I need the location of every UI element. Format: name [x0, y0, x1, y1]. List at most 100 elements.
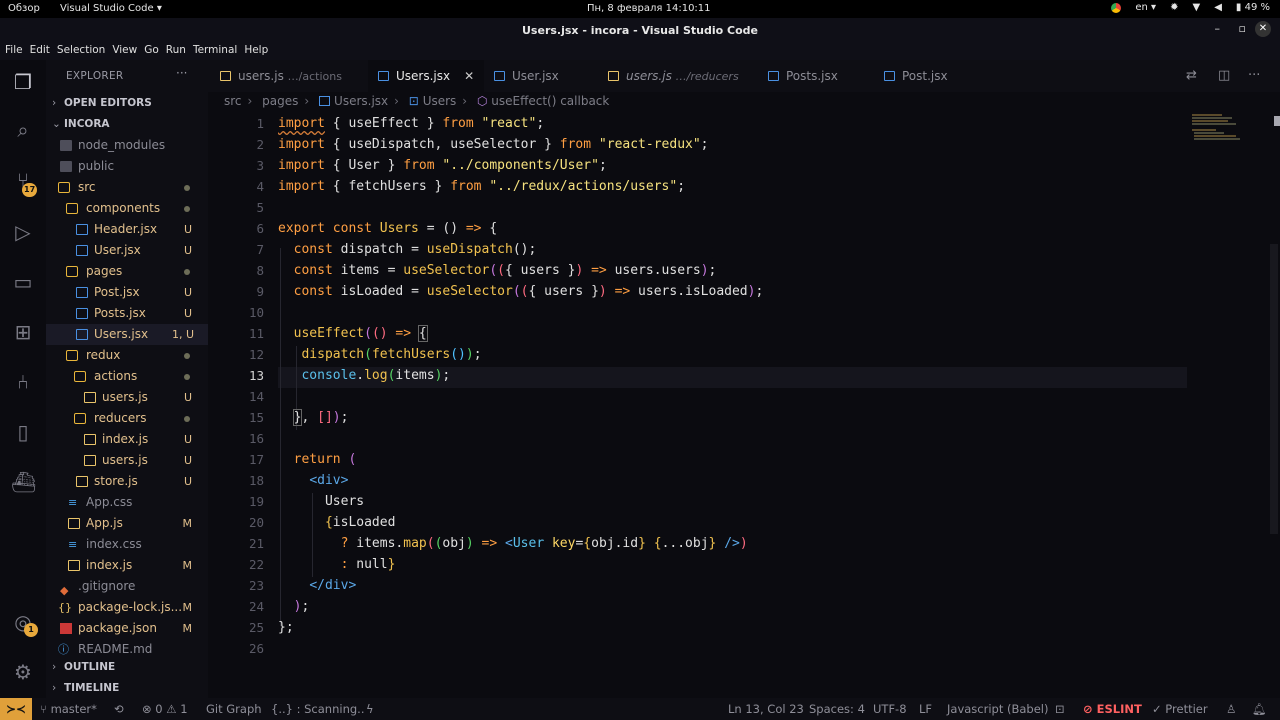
tree-item-users-jsx[interactable]: Users.jsx 1, U [46, 324, 208, 345]
git-graph-button[interactable]: Git Graph [206, 702, 262, 716]
tree-item-reducers-index-js[interactable]: index.js U [46, 429, 208, 450]
tree-item-header-jsx[interactable]: Header.jsx U [46, 219, 208, 240]
tab-user-jsx[interactable]: User.jsx [494, 60, 559, 92]
string-token: "../redux/actions/users" [489, 179, 678, 194]
run-debug-icon[interactable]: ▷ [11, 220, 35, 244]
timeline-section[interactable]: › TIMELINE [52, 682, 119, 694]
tree-item-redux[interactable]: redux [46, 345, 208, 366]
tree-item-reducers[interactable]: reducers [46, 408, 208, 429]
breadcrumb-src[interactable]: src [224, 94, 242, 108]
editor-tabs: users.js …/actions Users.jsx ✕ User.jsx u… [208, 60, 1280, 92]
tree-item-post-jsx[interactable]: Post.jsx U [46, 282, 208, 303]
remote-indicator-icon[interactable]: ≻≺ [0, 698, 32, 720]
code-line: }, []); [292, 409, 349, 426]
bookmarks-icon[interactable]: ▯ [11, 420, 35, 444]
feedback-icon[interactable]: ⊡ [1055, 702, 1065, 716]
tree-item-pages[interactable]: pages [46, 261, 208, 282]
tree-item-store-js[interactable]: store.js U [46, 471, 208, 492]
menu-run[interactable]: Run [166, 44, 186, 60]
tree-item-package-json[interactable]: package.json M [46, 618, 208, 639]
tree-item-actions[interactable]: actions [46, 366, 208, 387]
accounts-status-icon[interactable]: ♙ [1226, 702, 1236, 716]
notifications-bell-icon[interactable]: 🔔︎ [1252, 702, 1267, 716]
code-line: export const Users = () => { [278, 221, 498, 236]
language-mode[interactable]: Javascript (Babel) [947, 702, 1048, 716]
branch-indicator[interactable]: ⑂ master* [40, 702, 97, 716]
tab-actions-users-js[interactable]: users.js …/actions [220, 60, 342, 92]
tab-post-jsx[interactable]: Post.jsx [884, 60, 948, 92]
code-line: const items = useSelector(({ users }) =>… [293, 263, 717, 278]
tree-item-package-lock-json[interactable]: {} package-lock.js... M [46, 597, 208, 618]
menu-terminal[interactable]: Terminal [193, 44, 237, 60]
breadcrumb-symbol[interactable]: Users [423, 94, 457, 108]
app-menu[interactable]: Visual Studio Code ▾ [60, 3, 162, 14]
indentation[interactable]: Spaces: 4 [809, 702, 865, 716]
keyword-token: from [450, 179, 482, 194]
open-changes-icon[interactable]: ⇄ [1186, 68, 1197, 83]
git-graph-icon[interactable]: ⑃ [11, 370, 35, 394]
code-line: </div> [278, 578, 356, 593]
encoding[interactable]: UTF-8 [873, 702, 907, 716]
tree-item-index-css[interactable]: ≡ index.css [46, 534, 208, 555]
remote-explorer-icon[interactable]: ▭ [11, 270, 35, 294]
tree-item-src[interactable]: src [46, 177, 208, 198]
tree-item-reducers-users-js[interactable]: users.js U [46, 450, 208, 471]
tree-item-gitignore[interactable]: ◆ .gitignore [46, 576, 208, 597]
chrome-icon[interactable] [1111, 2, 1122, 13]
tree-item-components[interactable]: components [46, 198, 208, 219]
tree-item-public[interactable]: public [46, 156, 208, 177]
tree-item-posts-jsx[interactable]: Posts.jsx U [46, 303, 208, 324]
tree-item-actions-users-js[interactable]: users.js U [46, 387, 208, 408]
menu-help[interactable]: Help [244, 44, 268, 60]
outline-section[interactable]: › OUTLINE [52, 661, 115, 673]
chevron-right-icon: › [52, 682, 57, 694]
tree-item-app-css[interactable]: ≡ App.css [46, 492, 208, 513]
breadcrumb-file[interactable]: Users.jsx [334, 94, 388, 108]
keyboard-layout[interactable]: en ▾ [1135, 2, 1156, 13]
breadcrumb-callback[interactable]: useEffect() callback [491, 94, 609, 108]
restore-button[interactable]: ▫ [1239, 22, 1246, 35]
scrollbar-thumb[interactable] [1270, 244, 1278, 534]
search-icon[interactable]: ⌕ [11, 118, 35, 142]
menu-edit[interactable]: Edit [30, 44, 50, 60]
menu-file[interactable]: File [5, 44, 23, 60]
eslint-status[interactable]: ⊘ ESLINT [1083, 702, 1142, 716]
code-editor[interactable]: 1 2 3 4 5 6 7 8 9 10 11 12 13 14 15 16 1… [208, 112, 1280, 698]
tree-item-readme-md[interactable]: ⓘ README.md [46, 639, 208, 660]
tree-item-index-js[interactable]: index.js M [46, 555, 208, 576]
explorer-icon[interactable]: ❐ [11, 70, 35, 94]
tab-users-jsx[interactable]: Users.jsx ✕ [368, 60, 485, 92]
docker-icon[interactable]: ⛴ [11, 470, 36, 494]
bracket-token: ( [364, 347, 372, 362]
problems-indicator[interactable]: ⊗ 0 ⚠ 1 [142, 702, 188, 716]
more-actions-icon[interactable]: ··· [1248, 68, 1260, 83]
breadcrumb-pages[interactable]: pages [262, 94, 298, 108]
sync-icon[interactable]: ⟲ [114, 702, 124, 716]
menu-go[interactable]: Go [144, 44, 159, 60]
minimap[interactable] [1190, 112, 1266, 152]
settings-gear-icon[interactable]: ⚙ [11, 660, 35, 684]
prettier-status[interactable]: ✓ Prettier [1152, 702, 1208, 716]
open-editors-section[interactable]: › OPEN EDITORS [52, 97, 152, 109]
tree-item-node-modules[interactable]: node_modules [46, 135, 208, 156]
tree-item-app-js[interactable]: App.js M [46, 513, 208, 534]
vertical-scrollbar[interactable] [1266, 112, 1280, 698]
clock[interactable]: Пн, 8 февраля 14:10:11 [587, 3, 711, 14]
menu-selection[interactable]: Selection [57, 44, 105, 60]
code-line: useEffect(() => { [278, 325, 428, 342]
close-window-button[interactable]: ✕ [1255, 21, 1271, 37]
explorer-more-button[interactable]: ··· [176, 66, 187, 80]
minimize-button[interactable]: – [1215, 22, 1221, 35]
tab-posts-jsx[interactable]: Posts.jsx [768, 60, 838, 92]
close-tab-icon[interactable]: ✕ [464, 69, 474, 83]
cursor-position[interactable]: Ln 13, Col 23 [728, 702, 804, 716]
extensions-icon[interactable]: ⊞ [11, 320, 35, 344]
system-tray[interactable]: en ▾ ✹ ▼ ◀ ▮ 49 % [1111, 2, 1270, 13]
menu-view[interactable]: View [112, 44, 137, 60]
tree-item-user-jsx[interactable]: User.jsx U [46, 240, 208, 261]
line-ending[interactable]: LF [919, 702, 932, 716]
activities-button[interactable]: Обзор [8, 3, 40, 14]
project-section[interactable]: ⌄ INCORA [52, 118, 110, 130]
tab-reducers-users-js[interactable]: users.js …/reducers [608, 60, 739, 92]
split-editor-icon[interactable]: ◫ [1218, 68, 1230, 83]
